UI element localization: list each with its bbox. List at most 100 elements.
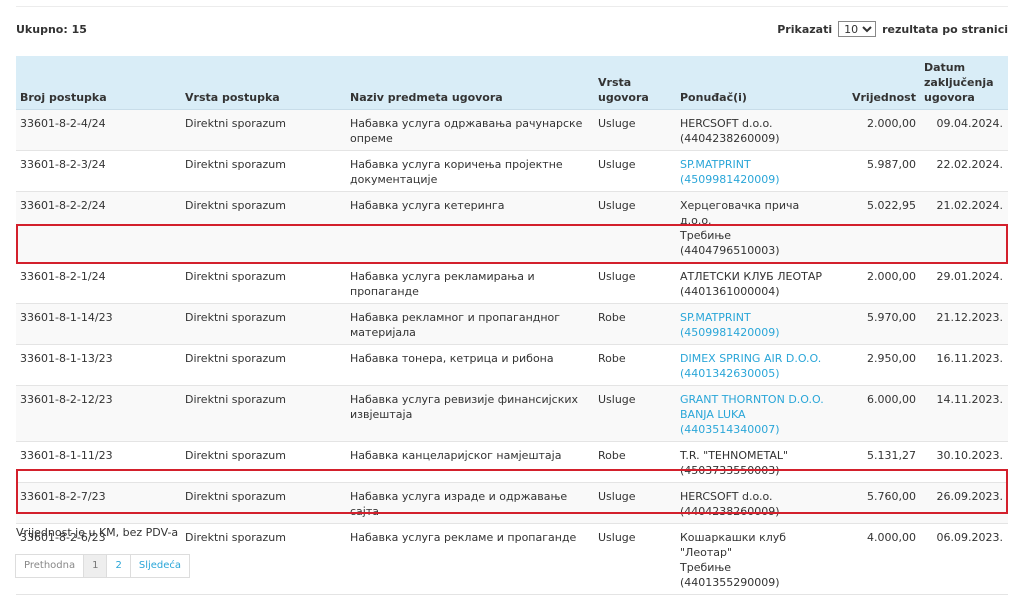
bidder-link[interactable]: SP.MATPRINT bbox=[680, 158, 751, 171]
cell-ponudjac[interactable]: GRANT THORNTON D.O.O. BANJA LUKA (4403514… bbox=[676, 385, 836, 442]
cell-ponudjac[interactable]: DIMEX SPRING AIR D.O.O. (4401342630005) bbox=[676, 344, 836, 386]
bidder-id: (4404238260009) bbox=[680, 132, 780, 145]
cell-naziv: Набавка тонера, кетрица и рибона bbox=[346, 344, 594, 386]
bidder-link[interactable]: SP.MATPRINT bbox=[680, 311, 751, 324]
cell-broj: 33601-8-1-11/23 bbox=[16, 441, 181, 483]
cell-datum: 06.09.2023. bbox=[920, 523, 1008, 595]
cell-vrsta-ugovora: Usluge bbox=[594, 523, 676, 595]
bidder-name: Херцеговачка прича д.о.о. bbox=[680, 199, 800, 227]
cell-vrsta-ugovora: Usluge bbox=[594, 150, 676, 192]
bidder-id[interactable]: (4401342630005) bbox=[680, 367, 780, 380]
cell-naziv: Набавка услуга кетеринга bbox=[346, 191, 594, 263]
bidder-link[interactable]: DIMEX SPRING AIR D.O.O. bbox=[680, 352, 821, 365]
cell-naziv: Набавка услуга рекламирања и пропаганде bbox=[346, 262, 594, 304]
cell-ponudjac[interactable]: SP.MATPRINT (4509981420009) bbox=[676, 150, 836, 192]
cell-datum: 22.02.2024. bbox=[920, 150, 1008, 192]
cell-vrsta-postupka: Direktni sporazum bbox=[181, 523, 346, 595]
page-size-label: Prikazati bbox=[777, 22, 833, 36]
bidder-name: АТЛЕТСКИ КЛУБ ЛЕОТАР bbox=[680, 270, 822, 283]
table-row[interactable]: 33601-8-2-12/23 Direktni sporazum Набавка … bbox=[16, 385, 1008, 442]
cell-vrsta-ugovora: Usluge bbox=[594, 482, 676, 524]
table-row[interactable]: 33601-8-1-13/23 Direktni sporazum Набавка … bbox=[16, 344, 1008, 386]
cell-broj: 33601-8-1-14/23 bbox=[16, 303, 181, 345]
bidder-id: Требиње (4404796510003) bbox=[680, 229, 780, 257]
cell-vrsta-ugovora: Robe bbox=[594, 303, 676, 345]
column-header-vrsta-postupka[interactable]: Vrsta postupka bbox=[181, 56, 346, 110]
bidder-name: HERCSOFT d.o.o. bbox=[680, 117, 773, 130]
cell-broj: 33601-8-1-13/23 bbox=[16, 344, 181, 386]
cell-vrsta-ugovora: Usluge bbox=[594, 109, 676, 151]
column-header-vrijednost[interactable]: Vrijednost bbox=[836, 56, 920, 110]
table-row[interactable]: 33601-8-2-3/24 Direktni sporazum Набавка у… bbox=[16, 150, 1008, 192]
cell-vrsta-postupka: Direktni sporazum bbox=[181, 344, 346, 386]
column-header-datum[interactable]: Datum zaključenja ugovora bbox=[920, 56, 1008, 110]
table-row[interactable]: 33601-8-2-4/24 Direktni sporazum Набавка у… bbox=[16, 109, 1008, 151]
cell-broj: 33601-8-2-12/23 bbox=[16, 385, 181, 442]
cell-datum: 09.04.2024. bbox=[920, 109, 1008, 151]
value-footnote: Vrijednost je u KM, bez PDV-a bbox=[16, 526, 179, 539]
cell-naziv: Набавка услуга коричења пројектне докуме… bbox=[346, 150, 594, 192]
column-header-naziv[interactable]: Naziv predmeta ugovora bbox=[346, 56, 594, 110]
cell-ponudjac: Херцеговачка прича д.о.о. Требиње (440479… bbox=[676, 191, 836, 263]
cell-vrsta-postupka: Direktni sporazum bbox=[181, 441, 346, 483]
page-size-suffix: rezultata po stranici bbox=[882, 22, 1008, 36]
cell-vrsta-postupka: Direktni sporazum bbox=[181, 482, 346, 524]
table-row[interactable]: 33601-8-2-1/24 Direktni sporazum Набавка у… bbox=[16, 262, 1008, 304]
cell-naziv: Набавка канцеларијског намјештаја bbox=[346, 441, 594, 483]
cell-broj: 33601-8-2-1/24 bbox=[16, 262, 181, 304]
bidder-id[interactable]: (4509981420009) bbox=[680, 173, 780, 186]
bidder-id: (4404238260009) bbox=[680, 505, 780, 518]
contracts-table: Broj postupka Vrsta postupka Naziv predm… bbox=[16, 56, 1008, 595]
table-row[interactable]: 33601-8-2-2/24 Direktni sporazum Набавка у… bbox=[16, 191, 1008, 263]
bidder-id[interactable]: (4403514340007) bbox=[680, 423, 780, 436]
cell-vrsta-ugovora: Usluge bbox=[594, 262, 676, 304]
column-header-broj[interactable]: Broj postupka bbox=[16, 56, 181, 110]
bidder-name: Кошаркашки клуб "Леотар" bbox=[680, 531, 787, 559]
pagination-next-button[interactable]: Sljedeća bbox=[129, 554, 191, 578]
cell-vrijednost: 4.000,00 bbox=[836, 523, 920, 595]
cell-vrsta-ugovora: Robe bbox=[594, 344, 676, 386]
cell-vrijednost: 5.760,00 bbox=[836, 482, 920, 524]
pagination-page-1[interactable]: 1 bbox=[83, 554, 108, 578]
top-divider bbox=[16, 6, 1008, 7]
cell-vrijednost: 5.970,00 bbox=[836, 303, 920, 345]
cell-vrijednost: 2.950,00 bbox=[836, 344, 920, 386]
cell-datum: 21.02.2024. bbox=[920, 191, 1008, 263]
cell-naziv: Набавка услуга рекламе и пропаганде bbox=[346, 523, 594, 595]
cell-vrijednost: 5.022,95 bbox=[836, 191, 920, 263]
cell-vrsta-postupka: Direktni sporazum bbox=[181, 262, 346, 304]
cell-ponudjac[interactable]: SP.MATPRINT (4509981420009) bbox=[676, 303, 836, 345]
bidder-id: Требиње (4401355290009) bbox=[680, 561, 780, 589]
table-row[interactable]: 33601-8-1-14/23 Direktni sporazum Набавка … bbox=[16, 303, 1008, 345]
bidder-id[interactable]: (4509981420009) bbox=[680, 326, 780, 339]
bidder-id: (4401361000004) bbox=[680, 285, 780, 298]
table-row[interactable]: 33601-8-2-7/23 Direktni sporazum Набавка у… bbox=[16, 482, 1008, 524]
column-header-vrsta-ugovora[interactable]: Vrsta ugovora bbox=[594, 56, 676, 110]
cell-naziv: Набавка услуга одржавања рачунарске опре… bbox=[346, 109, 594, 151]
cell-broj: 33601-8-2-2/24 bbox=[16, 191, 181, 263]
pagination-page-2[interactable]: 2 bbox=[106, 554, 131, 578]
table-row[interactable]: 33601-8-1-11/23 Direktni sporazum Набавка … bbox=[16, 441, 1008, 483]
bidder-link[interactable]: GRANT THORNTON D.O.O. BANJA LUKA bbox=[680, 393, 824, 421]
page-size-select[interactable]: 10 bbox=[838, 21, 877, 37]
cell-naziv: Набавка рекламног и пропагандног материј… bbox=[346, 303, 594, 345]
cell-naziv: Набавка услуга израде и одржавање сајта bbox=[346, 482, 594, 524]
cell-vrijednost: 2.000,00 bbox=[836, 109, 920, 151]
pagination-prev-button[interactable]: Prethodna bbox=[15, 554, 85, 578]
page-size-control: Prikazati 10 rezultata po stranici bbox=[777, 21, 1008, 37]
cell-ponudjac: T.R. "TEHNOMETAL" (4503733550003) bbox=[676, 441, 836, 483]
cell-datum: 14.11.2023. bbox=[920, 385, 1008, 442]
column-header-ponudjac[interactable]: Ponuđač(i) bbox=[676, 56, 836, 110]
cell-vrsta-postupka: Direktni sporazum bbox=[181, 109, 346, 151]
cell-vrijednost: 2.000,00 bbox=[836, 262, 920, 304]
cell-vrijednost: 5.131,27 bbox=[836, 441, 920, 483]
pagination: Prethodna 1 2 Sljedeća bbox=[15, 554, 191, 578]
cell-vrsta-ugovora: Robe bbox=[594, 441, 676, 483]
cell-datum: 21.12.2023. bbox=[920, 303, 1008, 345]
bidder-name: T.R. "TEHNOMETAL" bbox=[680, 449, 789, 462]
cell-broj: 33601-8-2-3/24 bbox=[16, 150, 181, 192]
cell-broj: 33601-8-2-4/24 bbox=[16, 109, 181, 151]
cell-naziv: Набавка услуга ревизије финансијских изв… bbox=[346, 385, 594, 442]
cell-vrsta-postupka: Direktni sporazum bbox=[181, 303, 346, 345]
total-count: Ukupno: 15 bbox=[16, 23, 87, 36]
